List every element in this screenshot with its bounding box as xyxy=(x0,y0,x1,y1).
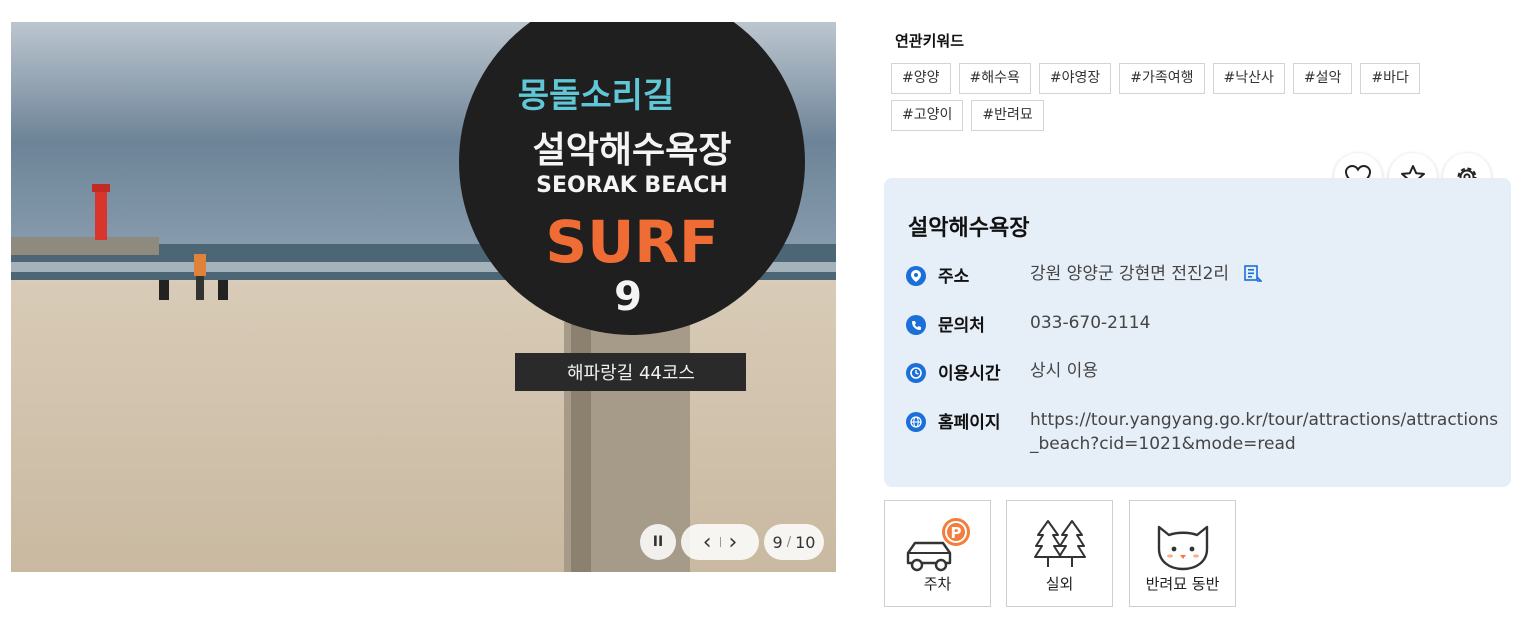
slider-current: 9 xyxy=(772,532,783,552)
keyword-tag[interactable]: #고양이 xyxy=(891,100,964,131)
keywords-title: 연관키워드 xyxy=(895,32,965,50)
slider-pause-button[interactable]: II xyxy=(640,524,676,560)
phone-row: 문의처 033-670-2114 xyxy=(906,311,1500,336)
photo-scene xyxy=(11,22,836,572)
hours-value: 상시 이용 xyxy=(1030,361,1098,381)
homepage-row: 홈페이지 https://tour.yangyang.go.kr/tour/at… xyxy=(906,408,1500,456)
keyword-tag[interactable]: #낙산사 xyxy=(1212,63,1285,94)
homepage-link[interactable]: https://tour.yangyang.go.kr/tour/attract… xyxy=(1030,408,1500,456)
phone-value[interactable]: 033-670-2114 xyxy=(1030,311,1500,335)
keyword-list: #양양 #해수욕 #야영장 #가족여행 #낙산사 #설악 #바다 #고양이 #반려묘 xyxy=(891,63,1451,131)
hours-label: 이용시간 xyxy=(938,364,1001,384)
address-value: 강원 양양군 강현면 전진2리 xyxy=(1030,262,1500,286)
svg-text:P: P xyxy=(950,524,961,542)
location-pin-icon xyxy=(906,266,926,286)
pause-icon: II xyxy=(652,534,664,550)
feature-outdoor: 실외 xyxy=(1006,500,1113,607)
homepage-label: 홈페이지 xyxy=(938,413,1001,433)
feature-cat-label: 반려묘 동반 xyxy=(1145,575,1220,593)
keyword-tag[interactable]: #바다 xyxy=(1360,63,1420,94)
keyword-tag[interactable]: #반려묘 xyxy=(971,100,1044,131)
slider-prev-button[interactable]: ‹ xyxy=(695,530,720,555)
clock-icon xyxy=(906,363,926,383)
feature-parking-label: 주차 xyxy=(923,575,952,593)
outdoor-trees-icon xyxy=(1033,520,1086,567)
phone-icon xyxy=(906,315,926,335)
address-row: 주소 강원 양양군 강현면 전진2리 xyxy=(906,262,1500,287)
slider-total: 10 xyxy=(795,532,816,552)
beach-photo[interactable]: 몽돌소리길 설악해수욕장 SEORAK BEACH SURF 9 해파랑길 44… xyxy=(11,22,836,572)
slider-counter: 9 / 10 xyxy=(764,524,824,560)
slider-next-button[interactable]: › xyxy=(721,530,746,555)
address-text: 강원 양양군 강현면 전진2리 xyxy=(1030,264,1230,284)
feature-outdoor-label: 실외 xyxy=(1045,575,1074,593)
globe-icon xyxy=(906,412,926,432)
slider-nav: ‹ › xyxy=(681,524,759,560)
copy-address-icon[interactable] xyxy=(1242,265,1263,283)
feature-parking: P 주차 xyxy=(884,500,991,607)
keyword-tag[interactable]: #야영장 xyxy=(1038,63,1112,94)
place-title: 설악해수욕장 xyxy=(908,216,1030,241)
parking-car-icon: P xyxy=(906,518,970,572)
hours-row: 이용시간 상시 이용 xyxy=(906,359,1500,384)
keyword-tag[interactable]: #설악 xyxy=(1292,63,1353,94)
cat-icon xyxy=(1157,525,1208,571)
keyword-tag[interactable]: #해수욕 xyxy=(958,63,1031,94)
phone-label: 문의처 xyxy=(938,316,985,336)
slider-separator: / xyxy=(786,534,792,550)
keyword-tag[interactable]: #가족여행 xyxy=(1119,63,1205,94)
info-card: 설악해수욕장 주소 강원 양양군 강현면 전진2리 문의처 033-670-21… xyxy=(884,178,1511,487)
feature-cat: 반려묘 동반 xyxy=(1129,500,1236,607)
keyword-tag[interactable]: #양양 xyxy=(891,63,951,94)
address-label: 주소 xyxy=(938,267,970,287)
